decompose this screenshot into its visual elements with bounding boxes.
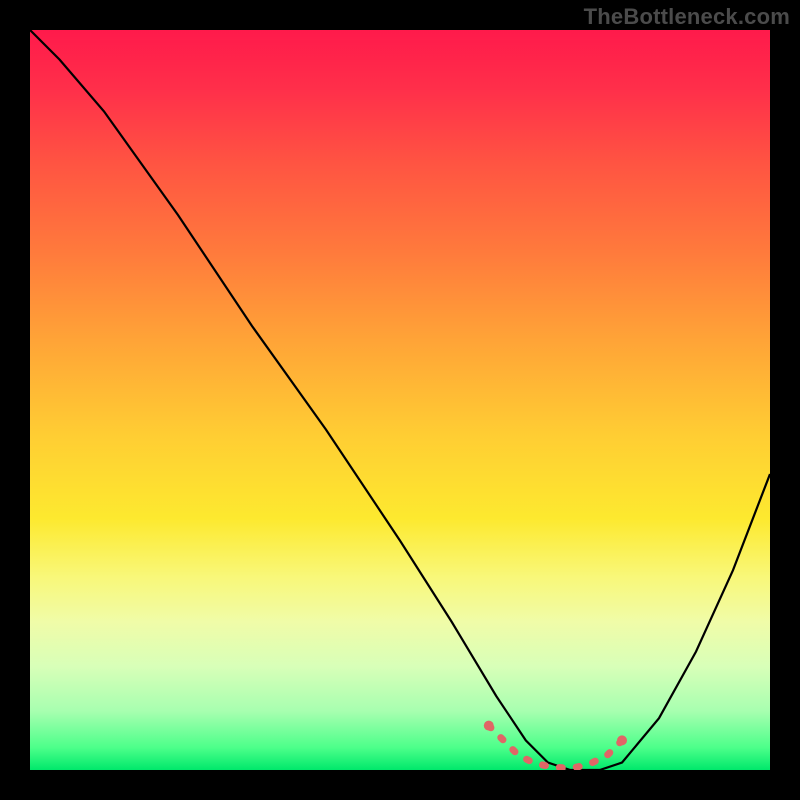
optimal-range [484,721,627,768]
chart-frame: TheBottleneck.com [0,0,800,800]
plot-area [30,30,770,770]
curve-svg [30,30,770,770]
bottleneck-curve [30,30,770,770]
watermark-text: TheBottleneck.com [584,4,790,30]
